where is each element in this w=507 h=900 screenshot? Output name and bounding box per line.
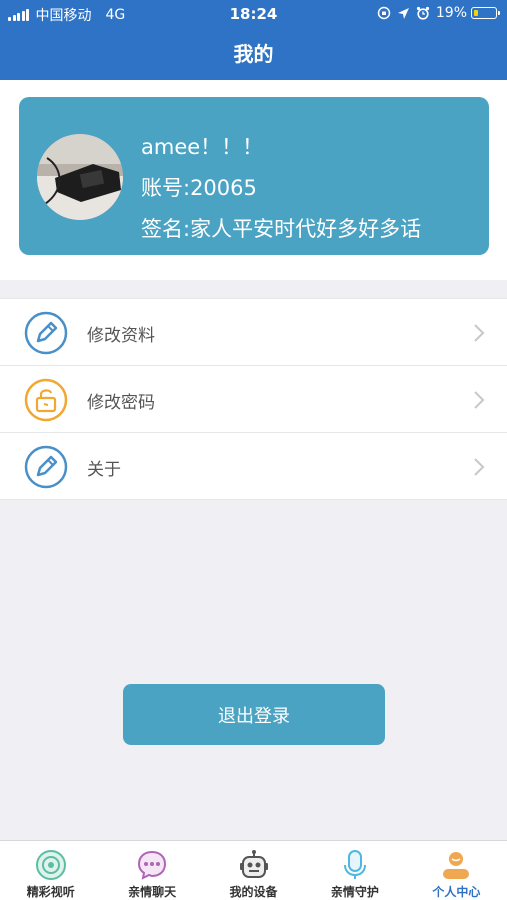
tab-label: 个人中心: [432, 885, 481, 899]
microphone-icon: [343, 850, 366, 879]
tab-label: 亲情守护: [330, 885, 379, 899]
tab-chat[interactable]: 亲情聊天: [101, 841, 202, 900]
lock-icon: [24, 378, 68, 422]
media-icon: [35, 850, 66, 880]
menu-item-change-password[interactable]: 修改密码: [0, 366, 507, 433]
battery-percent: 19%: [435, 5, 467, 21]
tab-label: 亲情聊天: [128, 885, 177, 899]
tab-media[interactable]: 精彩视听: [0, 841, 101, 900]
robot-icon: [239, 850, 268, 878]
profile-account: 账号:20065: [141, 176, 257, 200]
header: 中国移动 4G 18:24 19% 我的: [0, 0, 507, 80]
alarm-icon: [416, 6, 429, 20]
profile-name: amee！！！: [141, 135, 264, 159]
avatar[interactable]: [37, 134, 123, 220]
chevron-right-icon: [474, 458, 485, 476]
rotation-lock-icon: [377, 6, 391, 20]
settings-menu: 修改资料 修改密码 关于: [0, 298, 507, 500]
pencil-icon: [24, 311, 68, 355]
tab-label: 精彩视听: [26, 885, 75, 899]
pencil-icon: [24, 445, 68, 489]
battery-icon: [471, 7, 500, 19]
logout-button[interactable]: 退出登录: [123, 684, 385, 745]
tab-label: 我的设备: [229, 885, 278, 899]
tab-profile[interactable]: 个人中心: [406, 841, 507, 900]
profile-section: amee！！！ 账号:20065 签名:家人平安时代好多好多话: [0, 80, 507, 280]
tab-guard[interactable]: 亲情守护: [304, 841, 405, 900]
menu-item-about[interactable]: 关于: [0, 433, 507, 500]
chevron-right-icon: [474, 391, 485, 409]
tab-devices[interactable]: 我的设备: [203, 841, 304, 900]
location-icon: [397, 7, 409, 19]
chat-icon: [138, 850, 167, 880]
tab-bar: 精彩视听 亲情聊天 我的设备 亲情守护 个人中心: [0, 840, 507, 900]
status-bar: 中国移动 4G 18:24 19%: [0, 0, 507, 28]
profile-card[interactable]: amee！！！ 账号:20065 签名:家人平安时代好多好多话: [19, 97, 489, 255]
person-icon: [443, 852, 470, 879]
profile-signature: 签名:家人平安时代好多好多话: [141, 217, 422, 241]
menu-label: 修改密码: [87, 393, 155, 413]
menu-item-edit-profile[interactable]: 修改资料: [0, 299, 507, 366]
page-title: 我的: [233, 42, 274, 66]
menu-label: 关于: [87, 460, 121, 480]
chevron-right-icon: [474, 324, 485, 342]
menu-label: 修改资料: [87, 326, 155, 346]
